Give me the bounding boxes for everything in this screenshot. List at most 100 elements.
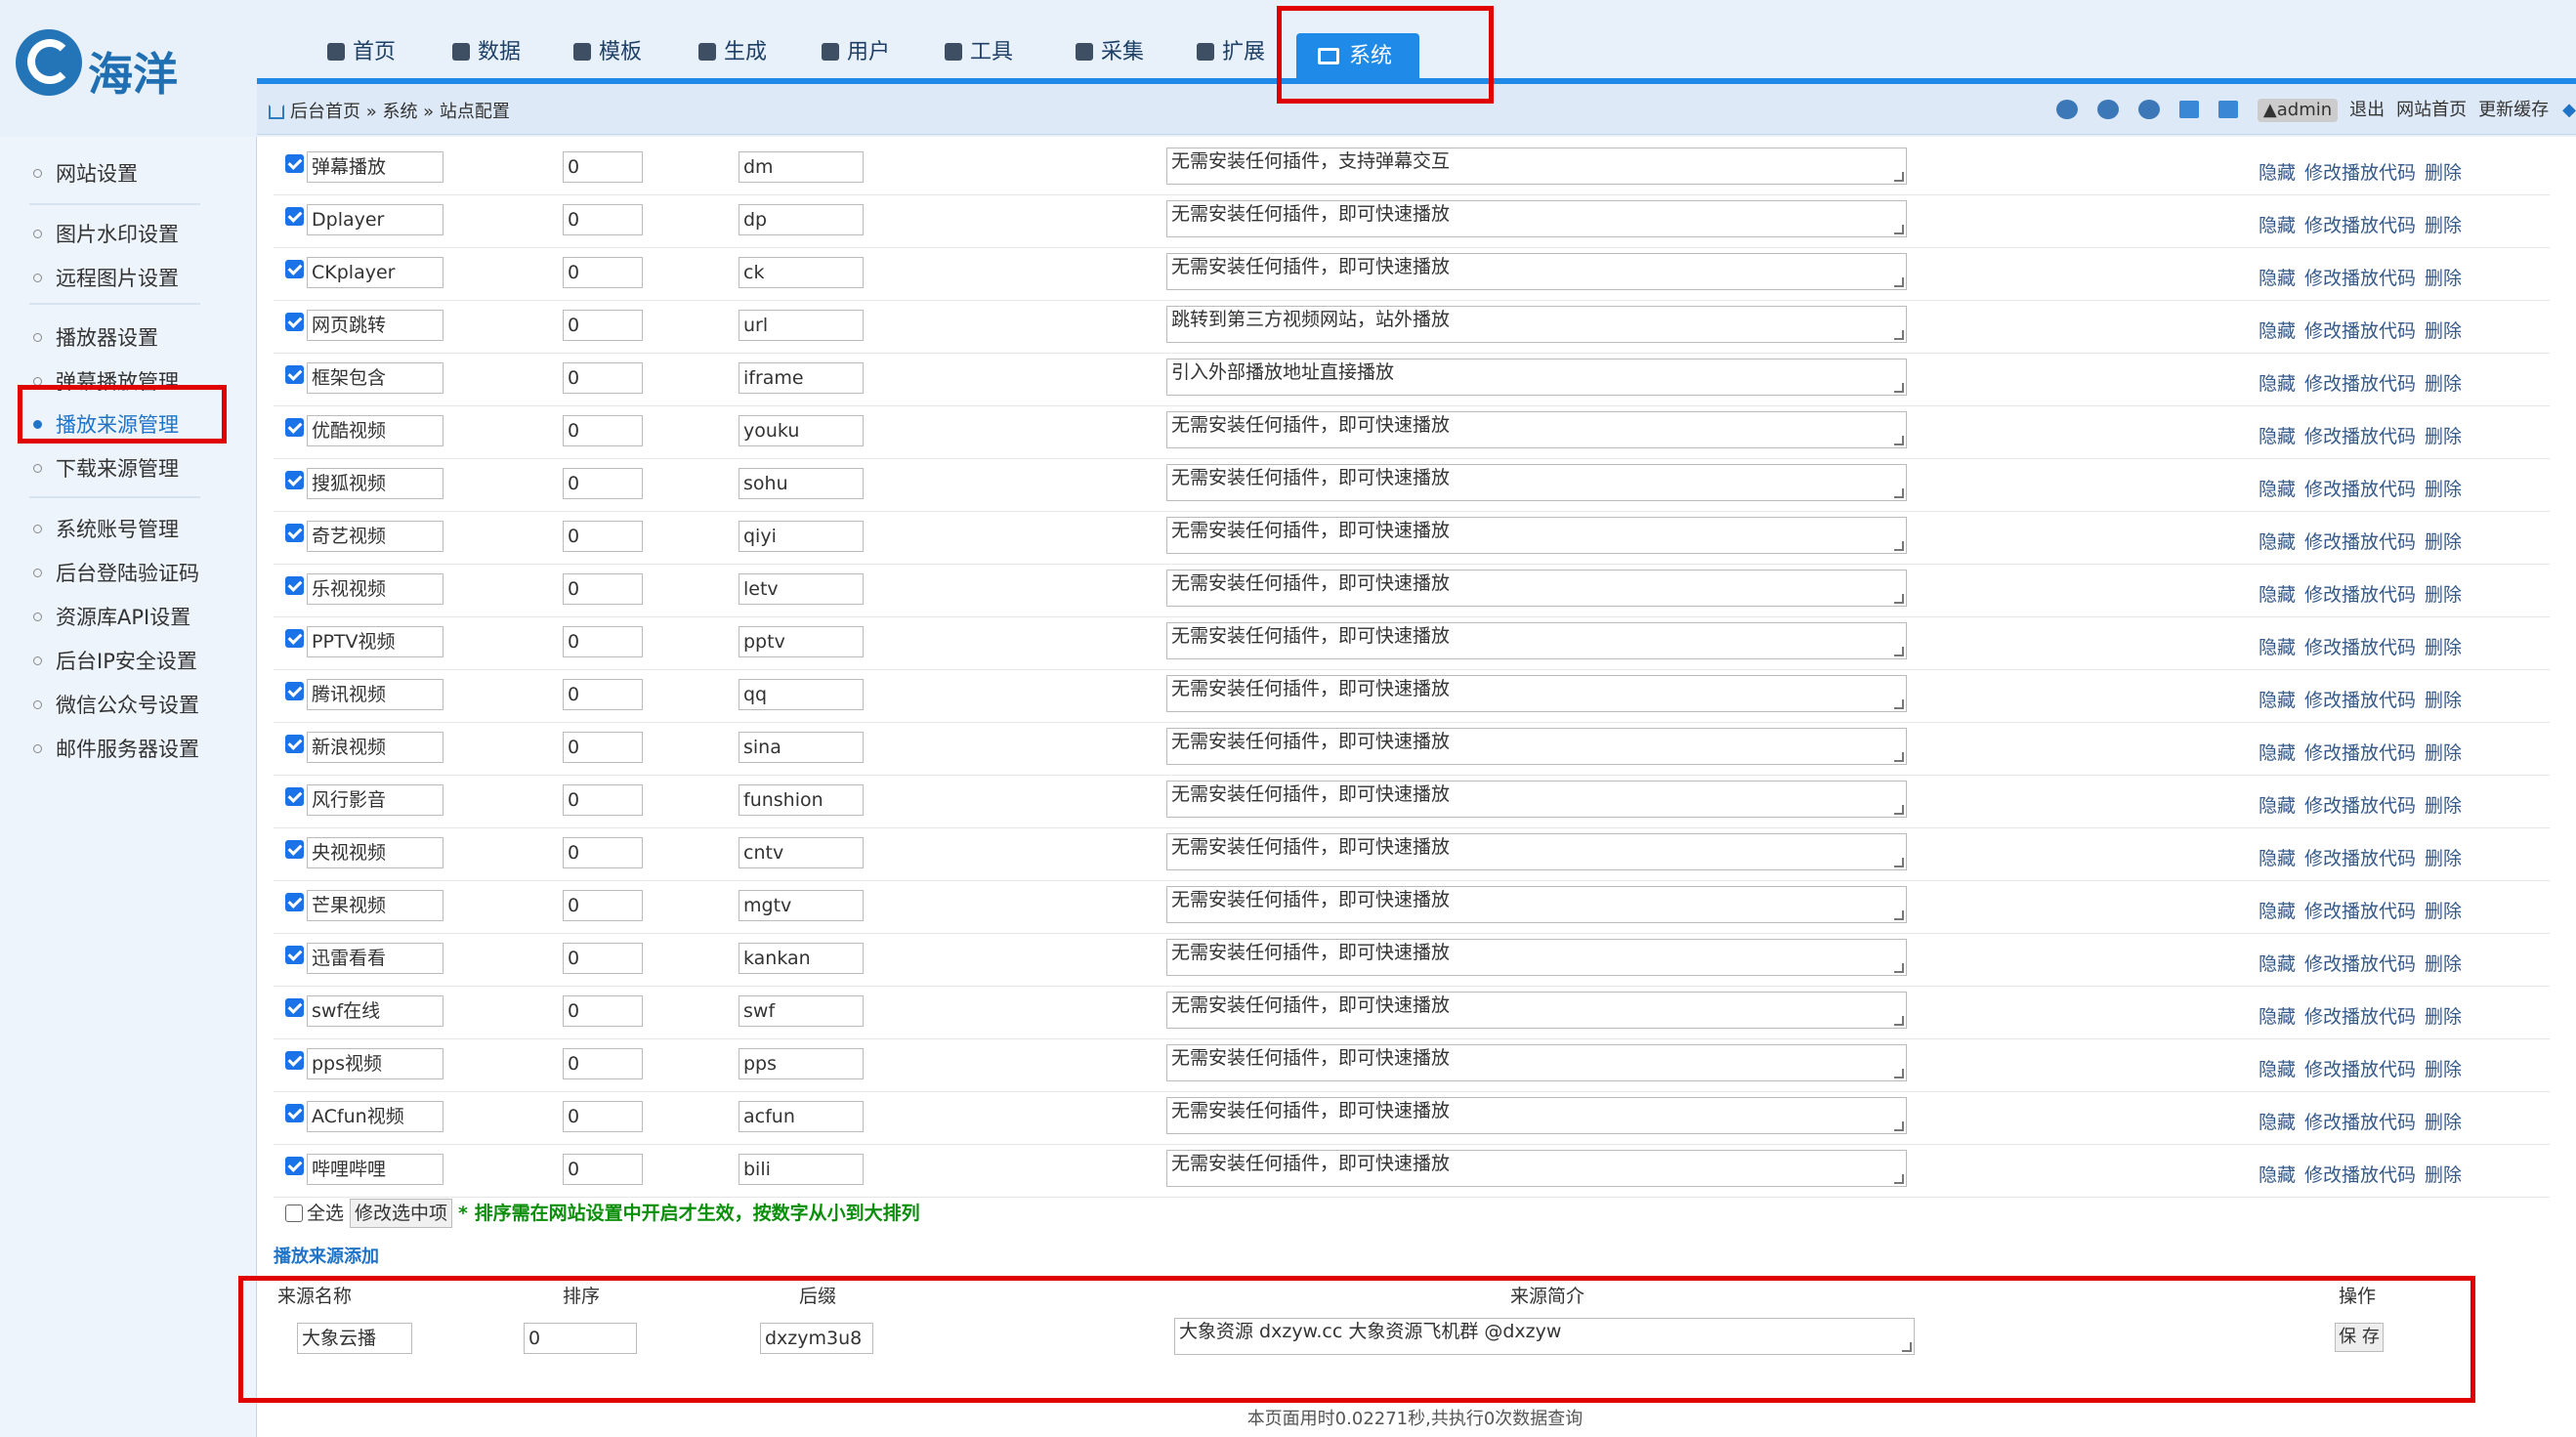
hide-link[interactable]: 隐藏 <box>2259 268 2296 289</box>
suffix-input[interactable]: bili <box>739 1154 864 1185</box>
hide-link[interactable]: 隐藏 <box>2259 162 2296 184</box>
description-textarea[interactable]: 无需安装任何插件，即可快速播放 <box>1166 939 1907 976</box>
suffix-input[interactable]: url <box>739 310 864 341</box>
suffix-input[interactable]: mgtv <box>739 890 864 921</box>
breadcrumb-text[interactable]: 后台首页 » 系统 » 站点配置 <box>290 102 510 122</box>
sort-input[interactable]: 0 <box>563 204 643 235</box>
delete-link[interactable]: 删除 <box>2425 795 2462 817</box>
suffix-input[interactable]: iframe <box>739 362 864 394</box>
hide-link[interactable]: 隐藏 <box>2259 426 2296 447</box>
row-checkbox[interactable] <box>285 260 304 278</box>
sort-input[interactable]: 0 <box>563 415 643 446</box>
sidebar-item-0[interactable]: 网站设置 <box>33 158 138 188</box>
source-name-input[interactable]: 乐视视频 <box>307 573 443 605</box>
nav-item-5[interactable]: 工具 <box>945 27 1013 78</box>
suffix-input[interactable]: funshion <box>739 784 864 816</box>
hide-link[interactable]: 隐藏 <box>2259 584 2296 606</box>
description-textarea[interactable]: 无需安装任何插件，即可快速播放 <box>1166 1097 1907 1134</box>
source-name-input[interactable]: 腾讯视频 <box>307 679 443 710</box>
sort-input[interactable]: 0 <box>563 626 643 657</box>
sort-input[interactable]: 0 <box>563 784 643 816</box>
suffix-input[interactable]: pps <box>739 1048 864 1079</box>
source-name-input[interactable]: 芒果视频 <box>307 890 443 921</box>
description-textarea[interactable]: 无需安装任何插件，即可快速播放 <box>1166 464 1907 501</box>
suffix-input[interactable]: sina <box>739 732 864 763</box>
delete-link[interactable]: 删除 <box>2425 742 2462 764</box>
delete-link[interactable]: 删除 <box>2425 268 2462 289</box>
nav-item-2[interactable]: 模板 <box>573 27 642 78</box>
nav-item-7[interactable]: 扩展 <box>1197 27 1265 78</box>
hide-link[interactable]: 隐藏 <box>2259 215 2296 236</box>
edit-code-link[interactable]: 修改播放代码 <box>2304 268 2416 289</box>
suffix-input[interactable]: cntv <box>739 837 864 868</box>
row-checkbox[interactable] <box>285 682 304 700</box>
row-checkbox[interactable] <box>285 524 304 542</box>
hide-link[interactable]: 隐藏 <box>2259 479 2296 500</box>
suffix-input[interactable]: swf <box>739 995 864 1027</box>
logo[interactable]: 海洋 <box>16 29 187 106</box>
hide-link[interactable]: 隐藏 <box>2259 848 2296 869</box>
edit-code-link[interactable]: 修改播放代码 <box>2304 690 2416 711</box>
row-checkbox[interactable] <box>285 471 304 489</box>
row-checkbox[interactable] <box>285 365 304 384</box>
save-icon[interactable] <box>2178 101 2199 118</box>
delete-link[interactable]: 删除 <box>2425 584 2462 606</box>
description-textarea[interactable]: 引入外部播放地址直接播放 <box>1166 359 1907 396</box>
source-name-input[interactable]: 迅雷看看 <box>307 943 443 974</box>
sidebar-item-11[interactable]: 微信公众号设置 <box>33 690 199 719</box>
delete-link[interactable]: 删除 <box>2425 531 2462 553</box>
edit-code-link[interactable]: 修改播放代码 <box>2304 320 2416 342</box>
nav-item-4[interactable]: 用户 <box>822 27 890 78</box>
description-textarea[interactable]: 跳转到第三方视频网站，站外播放 <box>1166 306 1907 343</box>
delete-link[interactable]: 删除 <box>2425 479 2462 500</box>
delete-link[interactable]: 删除 <box>2425 162 2462 184</box>
row-checkbox[interactable] <box>285 1051 304 1070</box>
source-name-input[interactable]: 弹幕播放 <box>307 151 443 183</box>
source-name-input[interactable]: pps视频 <box>307 1048 443 1079</box>
hide-link[interactable]: 隐藏 <box>2259 901 2296 922</box>
refresh-icon[interactable] <box>2096 100 2119 119</box>
delete-link[interactable]: 删除 <box>2425 637 2462 658</box>
sort-input[interactable]: 0 <box>563 573 643 605</box>
description-textarea[interactable]: 无需安装任何插件，即可快速播放 <box>1166 1150 1907 1187</box>
description-textarea[interactable]: 无需安装任何插件，即可快速播放 <box>1166 781 1907 818</box>
description-textarea[interactable]: 无需安装任何插件，即可快速播放 <box>1166 833 1907 870</box>
forward-icon[interactable] <box>2137 100 2160 119</box>
source-name-input[interactable]: 奇艺视频 <box>307 521 443 552</box>
description-textarea[interactable]: 无需安装任何插件，即可快速播放 <box>1166 675 1907 712</box>
suffix-input[interactable]: youku <box>739 415 864 446</box>
suffix-input[interactable]: letv <box>739 573 864 605</box>
description-textarea[interactable]: 无需安装任何插件，即可快速播放 <box>1166 622 1907 659</box>
suffix-input[interactable]: qiyi <box>739 521 864 552</box>
delete-link[interactable]: 删除 <box>2425 373 2462 395</box>
description-textarea[interactable]: 无需安装任何插件，即可快速播放 <box>1166 517 1907 554</box>
row-checkbox[interactable] <box>285 787 304 806</box>
sort-input[interactable]: 0 <box>563 521 643 552</box>
row-checkbox[interactable] <box>285 946 304 964</box>
sort-input[interactable]: 0 <box>563 837 643 868</box>
sort-input[interactable]: 0 <box>563 1048 643 1079</box>
sort-input[interactable]: 0 <box>563 362 643 394</box>
suffix-input[interactable]: acfun <box>739 1101 864 1132</box>
source-name-input[interactable]: 新浪视频 <box>307 732 443 763</box>
hide-link[interactable]: 隐藏 <box>2259 637 2296 658</box>
row-checkbox[interactable] <box>285 207 304 226</box>
edit-code-link[interactable]: 修改播放代码 <box>2304 953 2416 975</box>
nav-item-6[interactable]: 采集 <box>1076 27 1144 78</box>
sort-input[interactable]: 0 <box>563 310 643 341</box>
sort-input[interactable]: 0 <box>563 468 643 499</box>
sort-input[interactable]: 0 <box>563 257 643 288</box>
delete-link[interactable]: 删除 <box>2425 848 2462 869</box>
edit-code-link[interactable]: 修改播放代码 <box>2304 373 2416 395</box>
sort-input[interactable]: 0 <box>563 679 643 710</box>
sidebar-item-10[interactable]: 后台IP安全设置 <box>33 646 197 675</box>
hide-link[interactable]: 隐藏 <box>2259 373 2296 395</box>
delete-link[interactable]: 删除 <box>2425 953 2462 975</box>
source-name-input[interactable]: 风行影音 <box>307 784 443 816</box>
hide-link[interactable]: 隐藏 <box>2259 953 2296 975</box>
admin-badge[interactable]: ▲admin <box>2257 99 2339 122</box>
source-name-input[interactable]: Dplayer <box>307 204 443 235</box>
edit-code-link[interactable]: 修改播放代码 <box>2304 426 2416 447</box>
hide-link[interactable]: 隐藏 <box>2259 742 2296 764</box>
row-checkbox[interactable] <box>285 313 304 331</box>
